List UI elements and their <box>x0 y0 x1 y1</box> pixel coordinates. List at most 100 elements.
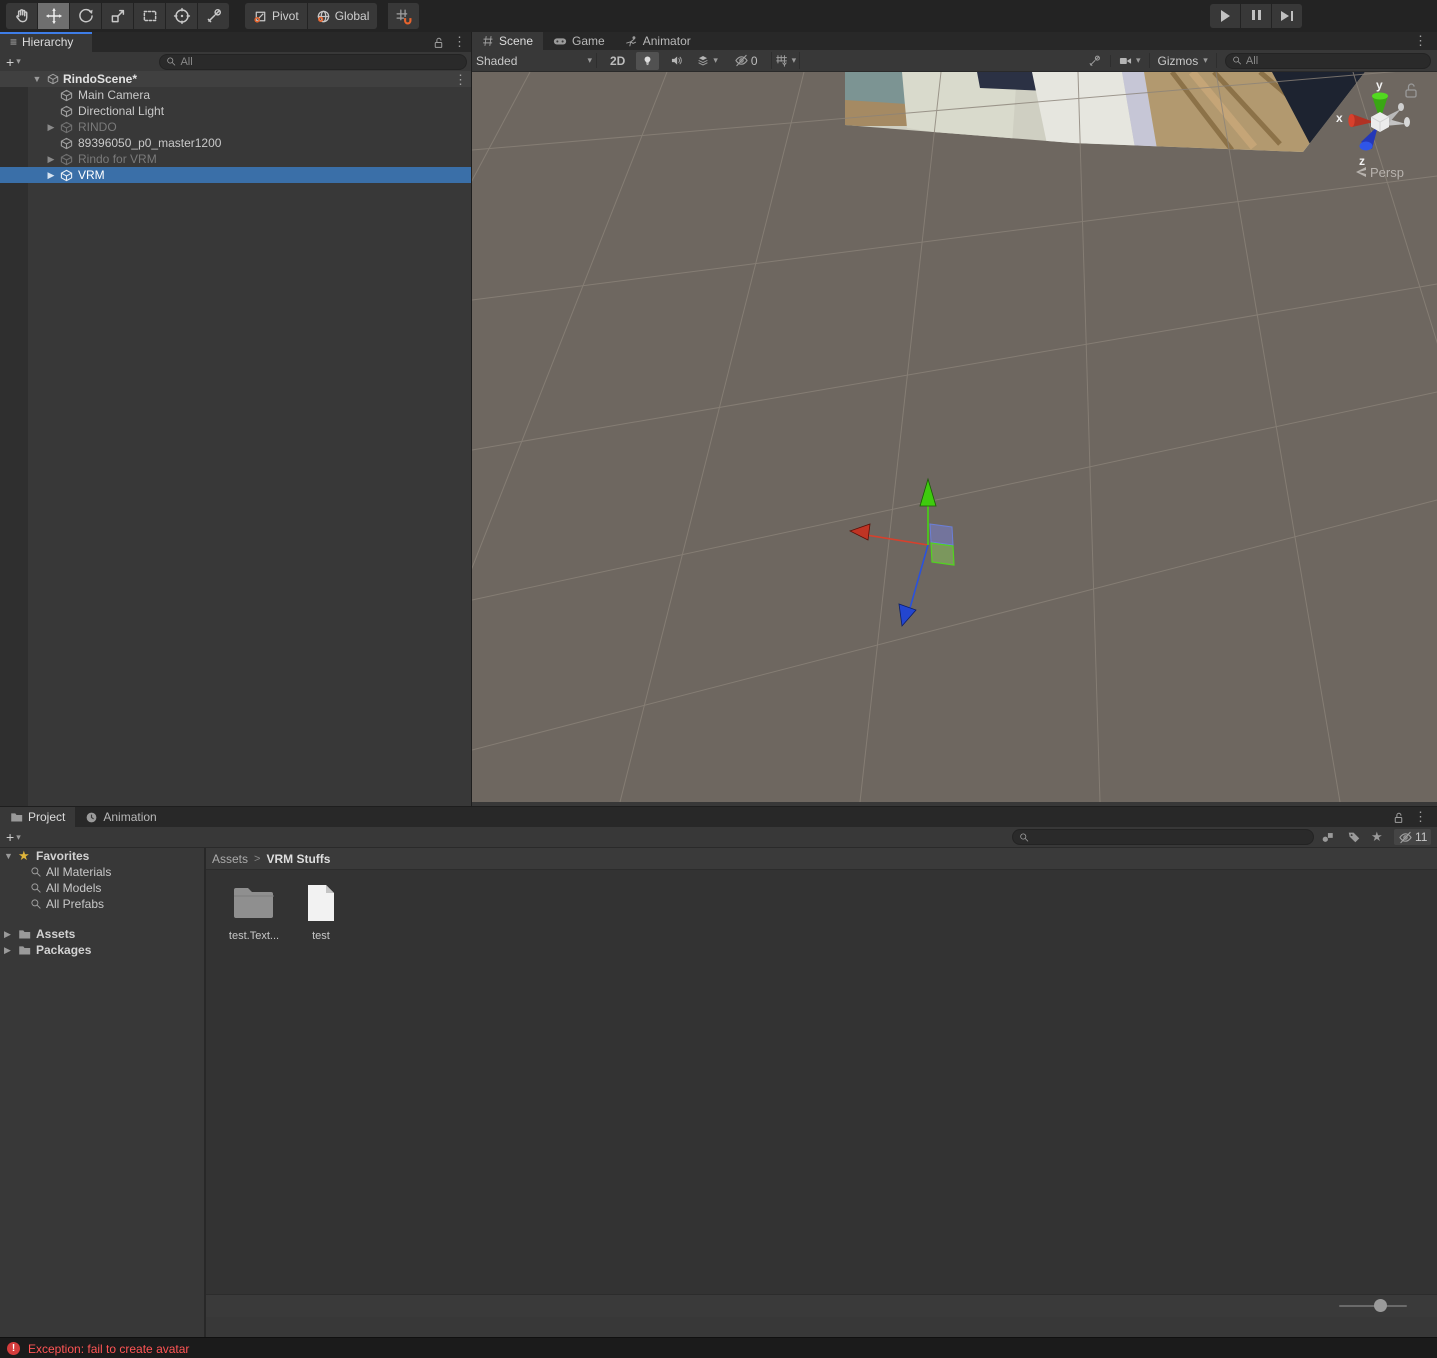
favorites-item-label: All Models <box>46 881 102 895</box>
expander-icon[interactable]: ▶ <box>46 122 56 133</box>
tab-game[interactable]: Game <box>543 32 615 50</box>
hierarchy-item-rindo-for-vrm[interactable]: ▶ Rindo for VRM <box>0 151 471 167</box>
scene-header-row[interactable]: ▼ RindoScene* ⋮ <box>0 71 471 87</box>
search-icon <box>1232 56 1241 65</box>
hierarchy-item-main-camera[interactable]: Main Camera <box>0 87 471 103</box>
search-by-label-icon[interactable] <box>1347 830 1361 844</box>
unity-scene-icon <box>47 73 59 85</box>
gizmos-dropdown[interactable]: Gizmos ▾ <box>1148 53 1217 68</box>
lock-icon[interactable] <box>1392 811 1405 824</box>
scene-menu-icon[interactable]: ⋮ <box>454 72 467 88</box>
gizmo-plane-handle-blue[interactable] <box>929 523 954 546</box>
hierarchy-create-button[interactable]: + ▾ <box>6 54 21 70</box>
asset-label: test.Text... <box>228 930 280 942</box>
shading-mode-value: Shaded <box>476 53 518 68</box>
play-button[interactable] <box>1210 4 1240 28</box>
rotate-tool-button[interactable] <box>70 3 101 29</box>
expander-icon[interactable]: ▶ <box>46 170 56 181</box>
favorites-item-all-materials[interactable]: All Materials <box>0 864 204 880</box>
search-icon <box>31 867 41 877</box>
hierarchy-search[interactable] <box>159 53 467 70</box>
project-search-input[interactable] <box>1033 831 1307 843</box>
breadcrumb-current[interactable]: VRM Stuffs <box>266 852 330 866</box>
tab-hierarchy[interactable]: ≡ Hierarchy <box>0 32 92 52</box>
thumbnail-size-slider-track[interactable] <box>1339 1305 1407 1307</box>
asset-item-folder[interactable]: test.Text... <box>218 884 290 942</box>
light-bulb-icon <box>644 55 651 65</box>
pause-button[interactable] <box>1241 4 1271 28</box>
project-panel-menu-icon[interactable]: ⋮ <box>1414 809 1427 825</box>
dropdown-arrow-icon: ▾ <box>587 55 592 65</box>
scene-audio-toggle[interactable] <box>665 52 687 69</box>
search-by-type-icon[interactable] <box>1320 830 1335 844</box>
thumbnail-size-slider-thumb[interactable] <box>1374 1299 1387 1312</box>
grid-visibility-icon <box>775 55 787 67</box>
scene-search[interactable] <box>1224 52 1431 69</box>
scene-hidden-objects-toggle[interactable]: 0 <box>731 52 761 70</box>
breadcrumb-root[interactable]: Assets <box>212 852 248 866</box>
scene-grid-icon <box>483 36 493 46</box>
move-icon <box>45 7 62 25</box>
scene-panel-menu-icon[interactable]: ⋮ <box>1414 33 1427 49</box>
project-content: Assets > VRM Stuffs test.Text... test <box>206 848 1437 1317</box>
hierarchy-item-vrm[interactable]: ▶ VRM <box>0 167 471 183</box>
global-toggle-button[interactable]: Global <box>307 3 378 29</box>
scene-tab-label: Scene <box>499 34 534 48</box>
shading-mode-dropdown[interactable]: Shaded ▾ <box>476 53 597 68</box>
eye-slash-icon <box>735 54 748 67</box>
favorites-header-row[interactable]: ▼ ★ Favorites <box>0 848 204 864</box>
2d-toggle-button[interactable]: 2D <box>605 53 630 69</box>
pivot-group: Pivot Global <box>245 3 378 29</box>
pivot-toggle-button[interactable]: Pivot <box>245 3 307 29</box>
custom-tool-button[interactable] <box>198 3 229 29</box>
expander-icon[interactable]: ▶ <box>4 945 11 956</box>
step-button[interactable] <box>1272 4 1302 28</box>
animator-icon <box>625 36 636 47</box>
tab-animator[interactable]: Animator <box>615 32 701 50</box>
scene-effects-dropdown[interactable]: ▾ <box>693 52 721 69</box>
scene-search-input[interactable] <box>1245 54 1424 67</box>
breadcrumb-separator: > <box>254 852 261 865</box>
status-bar[interactable]: ! Exception: fail to create avatar <box>0 1337 1437 1358</box>
gizmo-plane-handle-green[interactable] <box>930 542 955 566</box>
project-search[interactable] <box>1012 829 1314 845</box>
tab-animation[interactable]: Animation <box>75 807 166 827</box>
cube-icon <box>60 121 73 133</box>
item-label: 89396050_p0_master1200 <box>78 136 222 150</box>
asset-item-file[interactable]: test <box>285 884 357 942</box>
hierarchy-item-directional-light[interactable]: Directional Light <box>0 103 471 119</box>
hierarchy-item-rindo[interactable]: ▶ RINDO <box>0 119 471 135</box>
hierarchy-item-image[interactable]: 89396050_p0_master1200 <box>0 135 471 151</box>
tab-scene[interactable]: Scene <box>472 32 544 50</box>
favorites-item-all-prefabs[interactable]: All Prefabs <box>0 896 204 912</box>
expander-icon[interactable]: ▶ <box>46 154 56 165</box>
expander-icon[interactable]: ▶ <box>4 929 11 940</box>
cube-icon <box>60 137 73 149</box>
favorites-item-all-models[interactable]: All Models <box>0 880 204 896</box>
project-create-button[interactable]: + ▾ <box>6 829 21 845</box>
favorites-star-icon[interactable]: ★ <box>1371 829 1383 845</box>
scene-viewport[interactable]: y x z Persp <box>472 72 1437 802</box>
transform-tool-button[interactable] <box>166 3 197 29</box>
grid-snap-button[interactable] <box>388 3 420 29</box>
hierarchy-search-input[interactable] <box>180 55 460 68</box>
tab-project[interactable]: Project <box>0 807 76 827</box>
tree-item-packages[interactable]: ▶ Packages <box>0 942 204 958</box>
hand-tool-button[interactable] <box>6 3 37 29</box>
tree-item-assets[interactable]: ▶ Assets <box>0 926 204 942</box>
scale-tool-button[interactable] <box>102 3 133 29</box>
move-tool-button[interactable] <box>38 3 69 29</box>
global-label: Global <box>334 9 370 23</box>
scene-tools-icon[interactable] <box>1087 54 1102 68</box>
expander-icon[interactable]: ▼ <box>32 74 42 84</box>
item-label: Rindo for VRM <box>78 152 157 166</box>
scene-camera-dropdown[interactable]: ▾ <box>1110 54 1141 67</box>
scene-grid-dropdown[interactable]: ▾ <box>770 52 801 69</box>
hierarchy-panel-menu-icon[interactable]: ⋮ <box>453 34 466 50</box>
rect-tool-button[interactable] <box>134 3 165 29</box>
scene-toolbar: Shaded ▾ 2D ▾ 0 ▾ ▾ Gizmos ▾ All <box>472 50 1437 72</box>
scene-lighting-toggle[interactable] <box>636 51 660 70</box>
expander-icon[interactable]: ▼ <box>4 851 13 861</box>
project-hidden-packages-toggle[interactable]: 11 <box>1394 829 1432 845</box>
lock-icon[interactable] <box>432 36 445 49</box>
